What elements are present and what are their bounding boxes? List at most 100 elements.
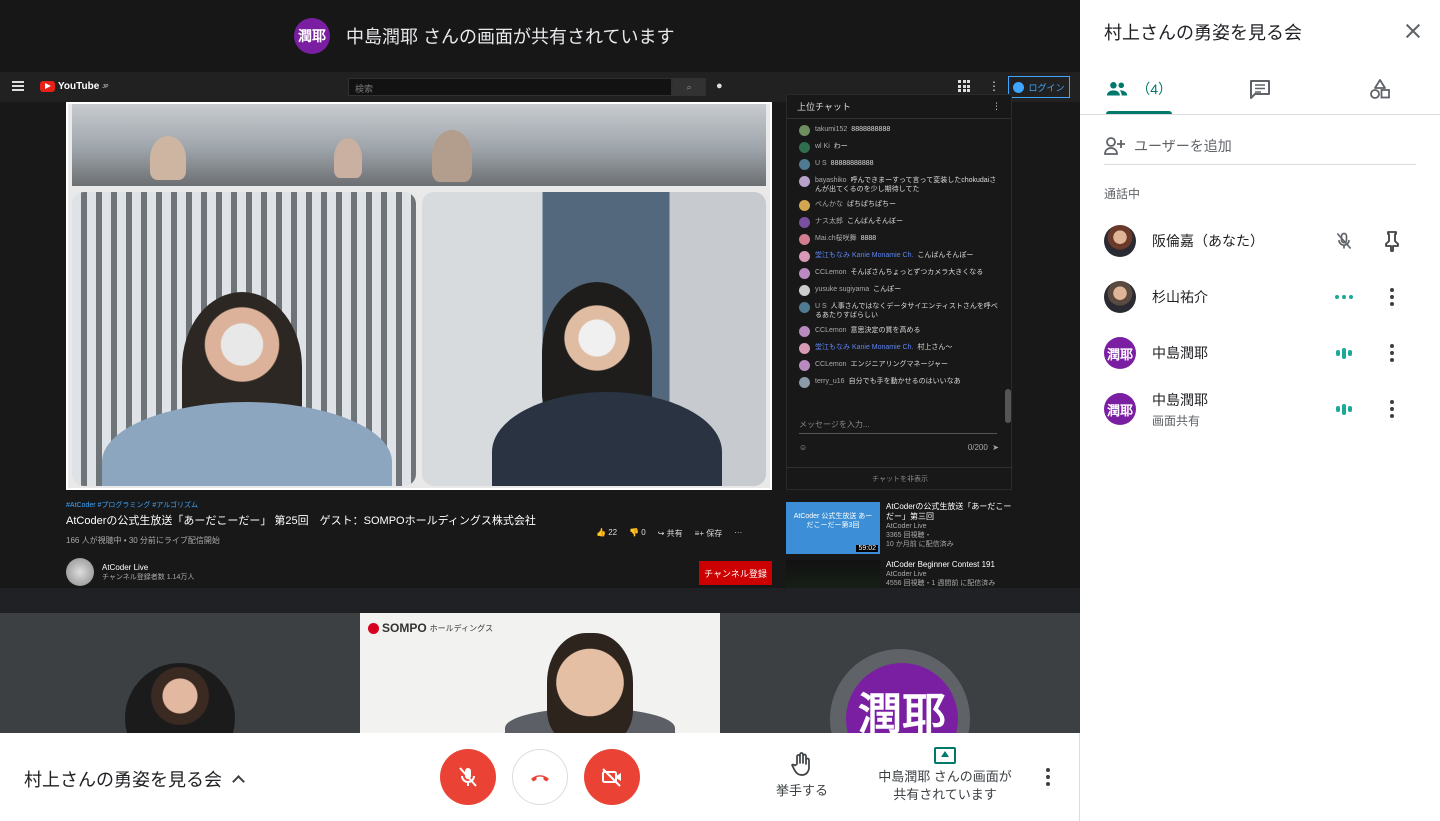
participant-row[interactable]: 潤耶 中島潤耶 [1104,325,1416,381]
chat-message: U S 88888888888 [799,159,999,170]
participant-info: 中島潤耶 画面共有 [1152,390,1322,429]
self-video [125,663,235,733]
close-icon[interactable] [1402,20,1424,42]
thumbnail-text: AtCoder 公式生放送 あーだこーだー第3回 [793,513,873,529]
youtube-live-chat: 上位チャット ⋮ takumi152 8888888888 wl Ki わー U S 88… [786,94,1013,490]
chat-scrollbar [1005,389,1011,423]
participant-row[interactable]: 潤耶 中島潤耶 画面共有 [1104,381,1416,437]
more-options-icon[interactable] [1380,285,1404,309]
pin-icon[interactable] [1380,229,1404,253]
chat-author: CCLemon [815,269,847,276]
chat-more-icon: ⋮ [992,101,1001,111]
chat-author: 堂江もなみ Kanie Monamie Ch. [815,344,914,351]
video-info: #AtCoder #プログラミング #アルゴリズム AtCoderの公式生放送「… [66,500,776,546]
chat-user-avatar [799,285,810,296]
camera-off-icon [602,768,621,787]
chat-author: takumi152 [815,126,848,133]
chat-author: bayashiko [815,177,847,184]
chat-message-body: U S 88888888888 [815,159,874,168]
chat-message-body: terry_u16 自分でも手を動かせるのはいいなあ [815,377,961,386]
participants-panel: 村上さんの勇姿を見る会 （4） ユーザーを追加 通話中 阪倫嘉（あなた） 杉山祐… [1080,0,1440,821]
chat-message-body: takumi152 8888888888 [815,125,890,134]
chat-text: 88888888888 [830,160,874,167]
participant-tile-sugiyama[interactable]: SOMPO ホールディングス [360,613,720,733]
raise-hand-button[interactable]: 挙手する [770,751,834,799]
participant-row[interactable]: 阪倫嘉（あなた） [1104,213,1416,269]
presentation-status-button[interactable]: 中島潤耶 さんの画面が共有されています [874,747,1016,804]
related-video-meta: 4556 回視聴・1 週間前 に配信済み [886,580,996,587]
hang-up-icon [531,775,549,782]
chat-text: 8888888888 [851,126,891,133]
presentation-status-label: 中島潤耶 さんの画面が共有されています [878,769,1012,802]
participant-info: 阪倫嘉（あなた） [1152,231,1322,251]
chat-message-body: wl Ki わー [815,142,848,151]
leave-call-button[interactable] [512,749,568,805]
chat-message: bayashiko 呼んできまーすって言って変装したchokudaiさんが出てくる… [799,176,999,194]
sompo-logo: SOMPO ホールディングス [368,621,493,635]
user-icon [1013,81,1025,93]
chat-author: wl Ki [815,143,830,150]
chat-text: 人事さんではなくデータサイエンティストさんを呼べるあたりすばらしい [815,303,998,319]
participant-tile-self[interactable] [0,613,360,733]
camera-toggle-button[interactable] [584,749,640,805]
related-video-thumbnail: AtCoder 公式生放送 あーだこーだー第3回 59:02 [786,502,880,554]
add-user-button[interactable]: ユーザーを追加 [1104,128,1416,165]
video-actions: 👍 22 👎 0 ↪ 共有 ≡+ 保存 ··· [596,528,742,539]
meeting-stage: 潤耶 中島潤耶 さんの画面が共有されています YouTube JP 検索 ⌕ ●… [0,0,1080,733]
presenter-avatar: 潤耶 [294,18,330,54]
chat-user-avatar [799,125,810,136]
add-person-icon [1104,137,1125,155]
tab-people[interactable]: （4） [1106,64,1172,114]
more-options-button[interactable] [1046,768,1050,786]
participant-avatar [1104,225,1136,257]
chat-message: CCLemon 意思決定の質を高める [799,326,999,337]
chat-user-avatar [799,268,810,279]
chat-author: terry_u16 [815,378,845,385]
related-video-title: AtCoderの公式生放送「あーだこーだー」第三回 [886,502,1012,521]
hand-icon [791,752,810,776]
participant-name: 阪倫嘉（あなた） [1152,233,1264,249]
chat-author: U S [815,303,827,310]
related-video-title: AtCoder Beginner Contest 191 [886,560,995,569]
meeting-details-button[interactable]: 村上さんの勇姿を見る会 [24,766,245,792]
participant-avatar [1104,281,1136,313]
participant-avatar: 潤耶 [1104,393,1136,425]
chat-author: yusuke sugiyama [815,286,870,293]
participant-row[interactable]: 杉山祐介 [1104,269,1416,325]
chat-text: ぱちぱちぱちー [847,201,896,208]
like-count: 22 [608,528,618,537]
tab-chat[interactable] [1224,64,1296,114]
chat-text: 村上さん〜 [917,344,953,351]
channel-name: AtCoder Live [102,562,149,572]
participant-name: 杉山祐介 [1152,289,1208,305]
meeting-controls-bar: 村上さんの勇姿を見る会 挙手する 中島潤耶 さんの画面が共有されています [0,733,1080,821]
chat-icon [1250,80,1270,99]
speaking-indicator-icon [1332,343,1356,363]
video-right-panel [422,192,766,486]
participant-info: 杉山祐介 [1152,287,1322,307]
youtube-search-input: 検索 [348,78,672,96]
chat-message-body: CCLemon そんぽさんちょっとずつカメラ大きくなる [815,268,983,277]
chat-message: ぺんかな ぱちぱちぱちー [799,200,999,211]
chat-user-avatar [799,302,810,313]
video-left-panel [72,192,416,486]
share-label: 共有 [666,529,683,538]
more-options-icon[interactable] [1380,341,1404,365]
youtube-play-icon [40,81,55,92]
video-person [150,136,186,180]
youtube-logo: YouTube JP [40,81,108,92]
more-options-icon[interactable] [1380,397,1404,421]
channel-subscribers: チャンネル登録者数 1.14万人 [102,573,195,581]
speaker-face [547,633,633,733]
chat-user-avatar [799,176,810,187]
participant-tile-nakajima[interactable]: 潤耶 [720,613,1080,733]
sompo-logo-sub: ホールディングス [429,623,494,633]
chat-char-count: 0/200 [967,443,988,452]
microphone-toggle-button[interactable] [440,749,496,805]
youtube-apps-icon [958,80,970,92]
video-title: AtCoderの公式生放送「あーだこーだー」 第25回 ゲスト：SOMPOホール… [66,515,536,527]
chat-author: U S [815,160,827,167]
chat-user-avatar [799,377,810,388]
tab-activities[interactable] [1344,64,1416,114]
chat-input-footer: ☺ 0/200 ➤ [799,443,999,452]
